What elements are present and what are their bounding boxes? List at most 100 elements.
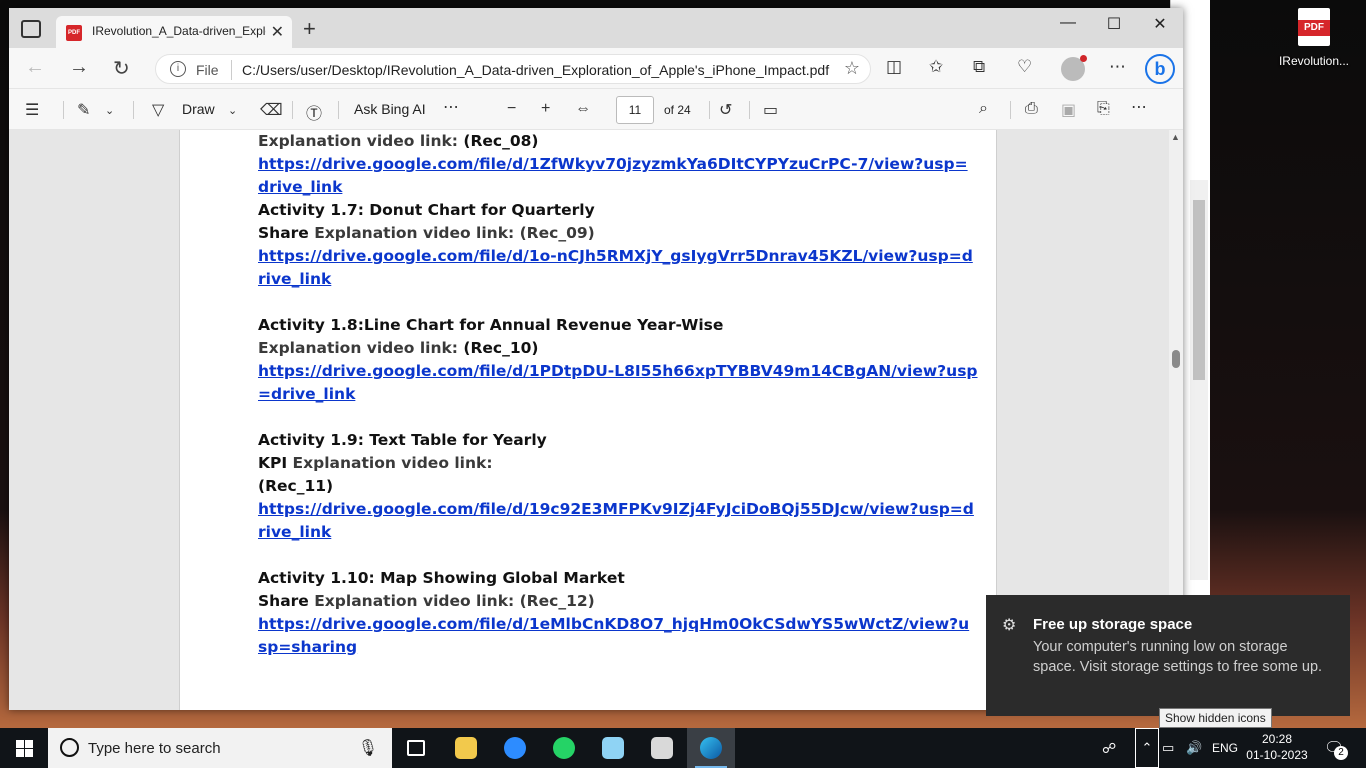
link-line: https://drive.google.com/file/d/1PDtpDU-…	[258, 360, 978, 406]
drive-link[interactable]: https://drive.google.com/file/d/19c92E3M…	[258, 500, 974, 541]
notification-count-badge: 2	[1334, 746, 1348, 760]
new-tab-icon[interactable]: +	[303, 16, 316, 42]
tab-close-icon[interactable]: ✕	[271, 22, 284, 42]
info-icon[interactable]: i	[170, 61, 186, 77]
browser-tab[interactable]: PDF IRevolution_A_Data-driven_Explo ✕	[56, 16, 292, 48]
text-muted: Explanation video link: (Rec_09)	[314, 224, 595, 242]
minimize-icon[interactable]: —	[1045, 14, 1091, 32]
pdf-more-icon[interactable]: ⋯	[443, 97, 459, 117]
rotate-icon[interactable]: ↺	[719, 100, 732, 120]
microphone-icon[interactable]: 🎙	[358, 738, 378, 758]
save-as-icon[interactable]: ⎘	[1097, 100, 1110, 118]
close-window-icon[interactable]: ✕	[1137, 14, 1183, 34]
text-muted: Explanation video link:	[258, 339, 458, 357]
pdf-settings-more-icon[interactable]: ⋯	[1131, 97, 1147, 117]
action-center-icon[interactable]: 🗨2	[1324, 738, 1348, 760]
file-explorer-button[interactable]	[442, 728, 490, 768]
zoom-button[interactable]	[491, 728, 539, 768]
task-view-button[interactable]	[392, 728, 440, 768]
k7-icon	[651, 737, 673, 759]
back-icon[interactable]: ←	[25, 56, 45, 79]
link-line: https://drive.google.com/file/d/1o-nCJh5…	[258, 245, 978, 291]
language-indicator[interactable]: ENG	[1212, 728, 1238, 768]
volume-icon[interactable]: 🔊	[1186, 728, 1202, 768]
draw-icon[interactable]: ▽	[152, 100, 164, 120]
print-icon[interactable]: ⎙	[1025, 100, 1038, 118]
show-hidden-icons-chevron-icon[interactable]: ⌃	[1135, 728, 1159, 768]
find-icon[interactable]: ⌕	[979, 100, 988, 118]
fit-width-icon[interactable]: ⇔	[575, 100, 591, 118]
edge-button[interactable]	[687, 728, 735, 768]
gear-icon: ⚙	[1002, 617, 1017, 634]
clock-time: 20:28	[1261, 732, 1293, 746]
background-window-scrollbar[interactable]	[1190, 180, 1208, 580]
desktop-pdf-file[interactable]: PDF IRevolution...	[1274, 8, 1354, 68]
drive-link[interactable]: https://drive.google.com/file/d/1o-nCJh5…	[258, 247, 973, 288]
bing-chat-icon[interactable]: b	[1145, 54, 1175, 84]
snipping-tool-button[interactable]	[589, 728, 637, 768]
explanation-line: Share Explanation video link: (Rec_09)	[258, 222, 978, 245]
drive-link[interactable]: https://drive.google.com/file/d/1ZfWkyv7…	[258, 155, 968, 196]
page-number-input[interactable]: 11	[616, 96, 654, 124]
explanation-line: KPI Explanation video link:	[258, 452, 978, 475]
draw-dropdown-icon[interactable]: ⌄	[228, 104, 237, 117]
tab-actions-icon[interactable]	[21, 20, 41, 38]
maximize-icon[interactable]: ☐	[1091, 14, 1137, 34]
favorites-icon[interactable]: ✩	[929, 57, 943, 77]
start-button[interactable]	[0, 728, 48, 768]
taskbar: Type here to search 🎙 ☍ ⌃ ▭ 🔊 ENG 20:28 …	[0, 728, 1366, 768]
background-scroll-thumb[interactable]	[1193, 200, 1205, 380]
storage-notification[interactable]: ⚙ Free up storage space Your computer's …	[986, 595, 1350, 716]
scroll-up-icon[interactable]: ▲	[1171, 132, 1180, 142]
url-text[interactable]: C:/Users/user/Desktop/IRevolution_A_Data…	[242, 62, 829, 78]
contents-icon[interactable]: ☰	[25, 100, 39, 120]
highlight-dropdown-icon[interactable]: ⌄	[105, 104, 114, 117]
scroll-thumb[interactable]	[1172, 350, 1180, 368]
zoom-out-icon[interactable]: −	[507, 100, 516, 118]
text-icon[interactable]: Ⓣ	[306, 100, 322, 124]
address-bar[interactable]: i File C:/Users/user/Desktop/IRevolution…	[155, 54, 871, 84]
highlight-icon[interactable]: ✎	[77, 100, 90, 120]
erase-icon[interactable]: ⌫	[260, 100, 283, 120]
pdf-page: Explanation video link: (Rec_08) https://…	[179, 130, 997, 710]
text-pre: Share	[258, 224, 315, 242]
drive-link[interactable]: https://drive.google.com/file/d/1PDtpDU-…	[258, 362, 978, 403]
save-icon[interactable]: ▣	[1061, 100, 1076, 120]
profile-status-dot	[1080, 55, 1087, 62]
activity-heading: Activity 1.7: Donut Chart for Quarterly	[258, 201, 595, 219]
text-pre: KPI	[258, 454, 293, 472]
forward-icon[interactable]: →	[69, 56, 89, 79]
app-k7-button[interactable]	[638, 728, 686, 768]
clock[interactable]: 20:28 01-10-2023	[1246, 731, 1308, 763]
link-line: https://drive.google.com/file/d/1eMlbCnK…	[258, 613, 978, 659]
text-pre: Share	[258, 592, 315, 610]
page-view-icon[interactable]: ▭	[763, 100, 778, 120]
whatsapp-icon	[553, 737, 575, 759]
draw-button[interactable]: Draw	[182, 101, 215, 117]
activity-heading: Activity 1.10: Map Showing Global Market	[258, 569, 625, 587]
whatsapp-button[interactable]	[540, 728, 588, 768]
favorite-star-icon[interactable]: ☆	[844, 58, 860, 79]
battery-icon[interactable]: ▭	[1162, 728, 1174, 768]
link-line: https://drive.google.com/file/d/1ZfWkyv7…	[258, 153, 978, 199]
collections-icon[interactable]: ⧉	[973, 57, 985, 77]
link-line: https://drive.google.com/file/d/19c92E3M…	[258, 498, 978, 544]
zoom-in-icon[interactable]: +	[541, 100, 550, 118]
search-icon	[60, 738, 79, 757]
taskbar-search[interactable]: Type here to search 🎙	[48, 728, 392, 768]
clock-date: 01-10-2023	[1246, 748, 1308, 762]
people-icon[interactable]: ☍	[1102, 728, 1116, 768]
explanation-line: (Rec_11)	[258, 475, 978, 498]
drive-link[interactable]: https://drive.google.com/file/d/1eMlbCnK…	[258, 615, 969, 656]
more-menu-icon[interactable]: ⋯	[1109, 57, 1126, 77]
browser-essentials-icon[interactable]: ♡	[1017, 57, 1032, 77]
split-screen-icon[interactable]: ◫	[886, 57, 902, 77]
snipping-icon	[602, 737, 624, 759]
ask-bing-button[interactable]: Ask Bing AI	[354, 101, 426, 117]
toolbar-divider	[133, 101, 134, 119]
profile-avatar[interactable]	[1061, 55, 1087, 81]
url-divider	[231, 60, 232, 80]
activity-heading: Activity 1.8:Line Chart for Annual Reven…	[258, 316, 724, 334]
refresh-icon[interactable]: ↻	[113, 56, 130, 81]
